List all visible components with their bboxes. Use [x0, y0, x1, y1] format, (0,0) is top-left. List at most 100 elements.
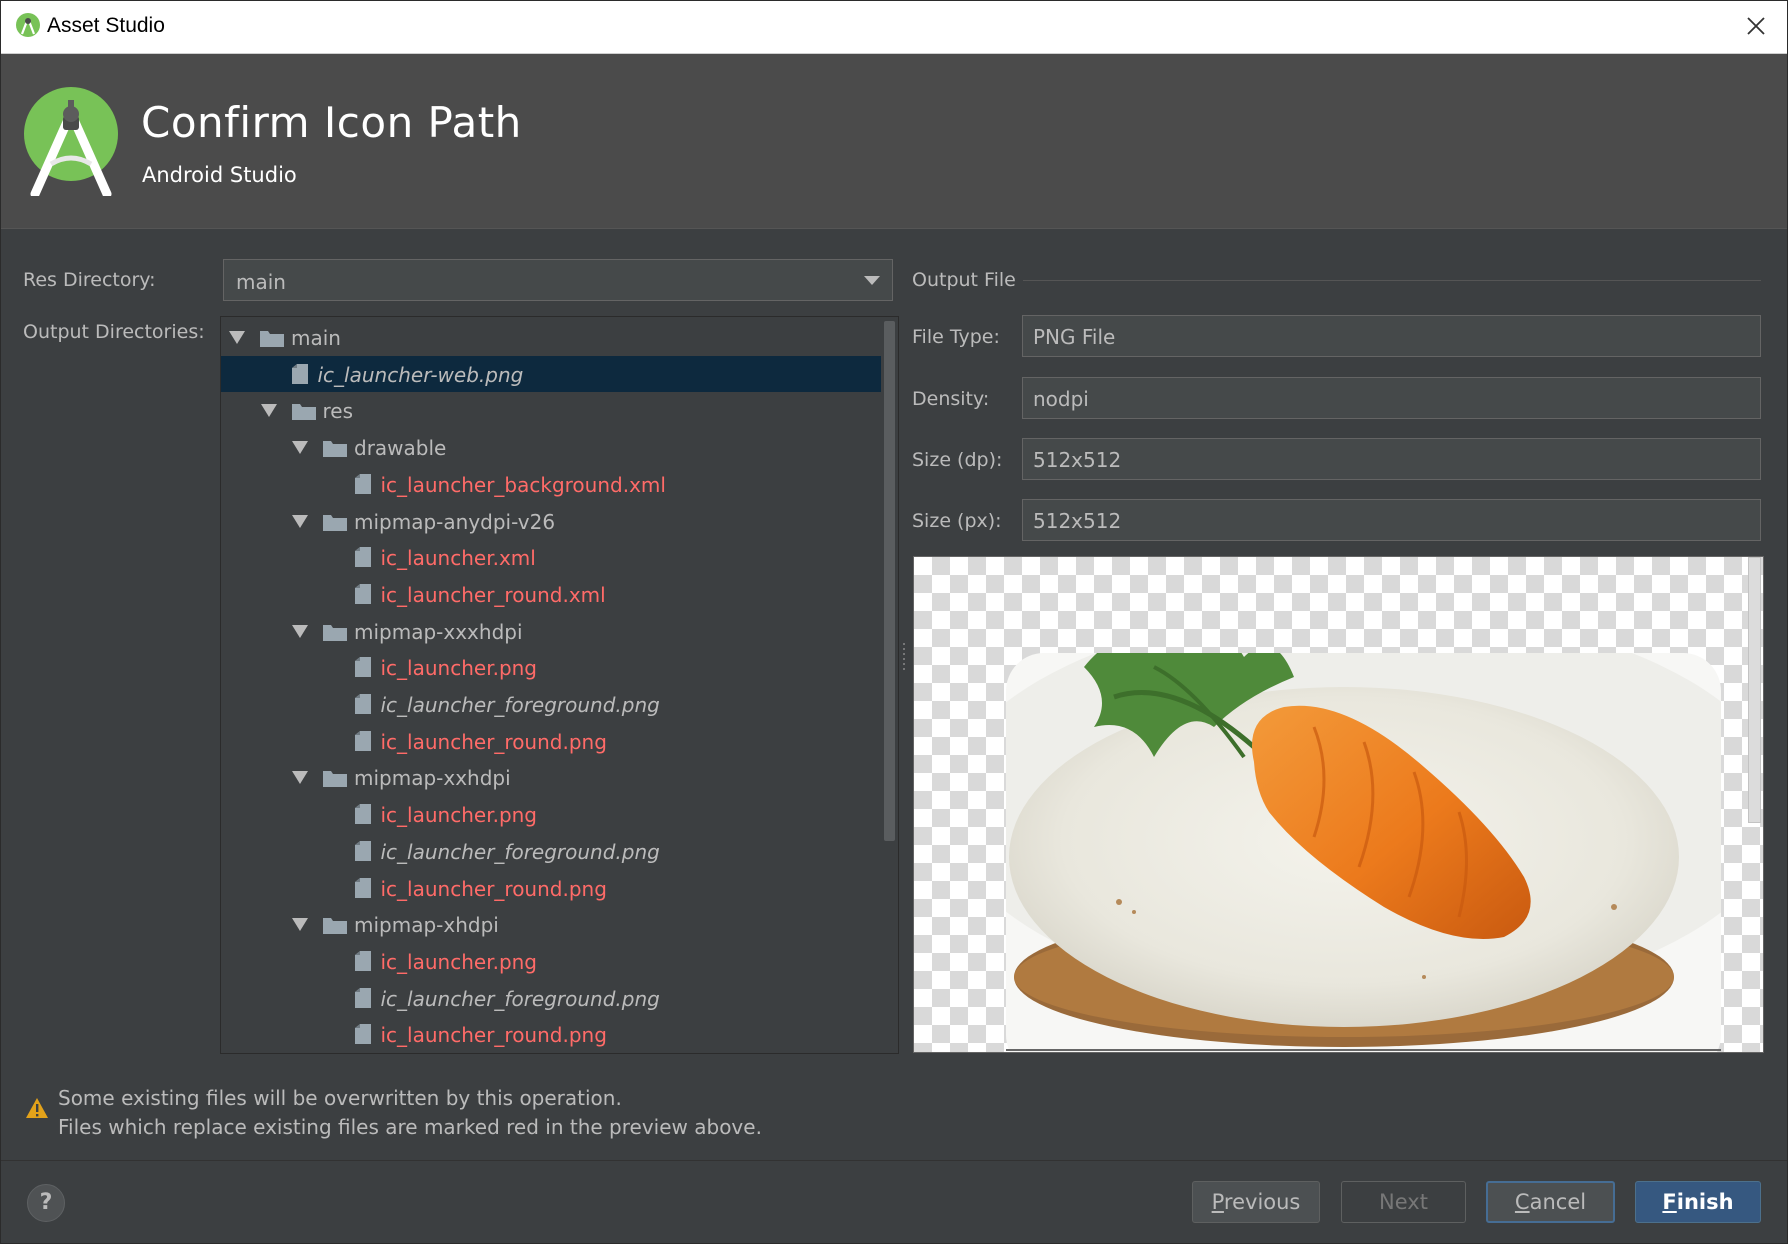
expand-arrow-icon[interactable] [229, 331, 245, 344]
output-directories-tree[interactable]: main ic_launcher-web.pngres drawable ic_lau… [220, 316, 899, 1054]
help-button[interactable]: ? [27, 1184, 65, 1222]
page-subtitle: Android Studio [142, 163, 297, 187]
tree-item-label: ic_launcher_round.png [380, 729, 607, 754]
previous-mnemonic: P [1211, 1190, 1224, 1214]
file-icon [354, 987, 371, 1008]
preview-scrollbar[interactable] [1748, 557, 1761, 823]
finish-button[interactable]: Finish [1635, 1181, 1761, 1223]
density-value: nodpi [1033, 387, 1089, 411]
tree-item-label: mipmap-xxxhdpi [354, 619, 523, 644]
close-icon[interactable] [1743, 13, 1769, 39]
tree-file-row[interactable]: ic_launcher_background.xml [221, 466, 881, 502]
file-icon [354, 657, 371, 678]
warning-line-1: Some existing files will be overwritten … [58, 1086, 622, 1110]
asset-studio-dialog: Asset Studio Confirm Icon Path Android S… [0, 0, 1788, 1244]
cancel-mnemonic: C [1514, 1190, 1530, 1214]
file-icon [354, 1024, 371, 1045]
expand-arrow-icon[interactable] [292, 514, 308, 528]
output-file-section-title: Output File [912, 269, 1016, 291]
tree-item-label: ic_launcher_background.xml [380, 472, 666, 497]
icon-preview[interactable] [913, 556, 1764, 1053]
tree-folder-row[interactable]: mipmap-xhdpi [221, 906, 881, 942]
res-directory-select[interactable]: main [223, 259, 893, 301]
expand-arrow-icon[interactable] [292, 918, 308, 932]
chevron-down-icon[interactable] [864, 276, 880, 285]
warning-icon [26, 1098, 48, 1118]
page-title: Confirm Icon Path [141, 98, 522, 147]
next-label: Next [1379, 1190, 1428, 1214]
finish-label: inish [1676, 1190, 1734, 1214]
tree-file-row[interactable]: ic_launcher.png [221, 943, 881, 979]
tree-file-row[interactable]: ic_launcher-web.png [221, 355, 881, 392]
file-type-value: PNG File [1033, 325, 1116, 349]
folder-icon [291, 404, 316, 421]
output-directories-label: Output Directories: [23, 321, 205, 343]
size-dp-label: Size (dp): [912, 449, 1003, 471]
android-studio-icon [16, 13, 40, 37]
tree-item-label: mipmap-xhdpi [354, 913, 499, 938]
file-icon [354, 583, 371, 604]
tree-file-row[interactable]: ic_launcher_round.png [221, 1016, 881, 1052]
file-icon [354, 840, 371, 861]
footer-divider [1, 1160, 1787, 1161]
file-icon [354, 473, 371, 494]
tree-file-row[interactable]: ic_launcher_foreground.png [221, 686, 881, 722]
tree-folder-row[interactable]: mipmap-xxhdpi [221, 759, 881, 795]
tree-item-label: ic_launcher_foreground.png [380, 693, 660, 717]
expand-arrow-icon[interactable] [292, 441, 308, 455]
size-dp-value: 512x512 [1033, 448, 1122, 472]
density-label: Density: [912, 388, 990, 410]
size-dp-field: 512x512 [1022, 438, 1761, 480]
res-directory-label: Res Directory: [23, 269, 156, 291]
expand-arrow-icon[interactable] [292, 771, 308, 785]
file-type-field: PNG File [1022, 315, 1761, 357]
tree-item-label: mipmap-xxhdpi [354, 766, 511, 791]
section-divider [1023, 280, 1761, 281]
size-px-label: Size (px): [912, 510, 1002, 532]
cancel-button[interactable]: Cancel [1486, 1181, 1615, 1223]
tree-item-label: main [291, 326, 341, 350]
tree-item-label: ic_launcher-web.png [317, 362, 524, 387]
tree-folder-row[interactable]: drawable [221, 429, 881, 465]
tree-folder-row[interactable]: res [221, 392, 881, 428]
tree-item-label: res [322, 399, 354, 424]
tree-file-row[interactable]: ic_launcher.png [221, 796, 881, 832]
tree-item-label: ic_launcher_round.png [380, 1023, 607, 1048]
title-bar: Asset Studio [1, 1, 1787, 54]
tree-file-row[interactable]: ic_launcher.xml [221, 539, 881, 575]
tree-file-row[interactable]: ic_launcher_foreground.png [221, 980, 881, 1016]
file-icon [354, 547, 371, 568]
tree-item-label: ic_launcher_round.png [380, 876, 607, 901]
size-px-value: 512x512 [1033, 509, 1122, 533]
file-icon [354, 950, 371, 971]
tree-file-row[interactable]: ic_launcher_foreground.png [221, 833, 881, 869]
folder-icon [323, 918, 347, 935]
carrot-cake-preview-image [1006, 653, 1721, 1052]
tree-item-label: ic_launcher.png [380, 949, 538, 974]
previous-button[interactable]: Previous [1192, 1181, 1320, 1223]
expand-arrow-icon[interactable] [260, 404, 277, 418]
tree-item-label: ic_launcher_foreground.png [380, 839, 660, 864]
splitter-handle[interactable] [902, 641, 908, 671]
expand-arrow-icon[interactable] [292, 624, 308, 638]
window-title: Asset Studio [47, 14, 165, 37]
file-type-label: File Type: [912, 326, 1000, 348]
tree-folder-row[interactable]: mipmap-xxxhdpi [221, 613, 881, 649]
tree-file-row[interactable]: ic_launcher.png [221, 649, 881, 685]
tree-folder-row[interactable]: mipmap-anydpi-v26 [221, 503, 881, 539]
tree-item-label: ic_launcher.png [380, 803, 538, 828]
previous-label: revious [1223, 1190, 1301, 1214]
tree-folder-row[interactable]: main [221, 319, 881, 355]
folder-icon [323, 514, 347, 531]
tree-item-label: ic_launcher.png [380, 656, 538, 681]
next-button[interactable]: Next [1341, 1181, 1466, 1223]
tree-file-row[interactable]: ic_launcher_round.png [221, 870, 881, 906]
tree-item-label: mipmap-anydpi-v26 [354, 509, 556, 534]
tree-scrollbar[interactable] [884, 321, 895, 841]
android-studio-logo [24, 87, 118, 196]
size-px-field: 512x512 [1022, 499, 1761, 541]
finish-mnemonic: F [1662, 1190, 1677, 1214]
tree-item-label: drawable [354, 436, 447, 461]
tree-file-row[interactable]: ic_launcher_round.png [221, 723, 881, 759]
tree-file-row[interactable]: ic_launcher_round.xml [221, 576, 881, 612]
